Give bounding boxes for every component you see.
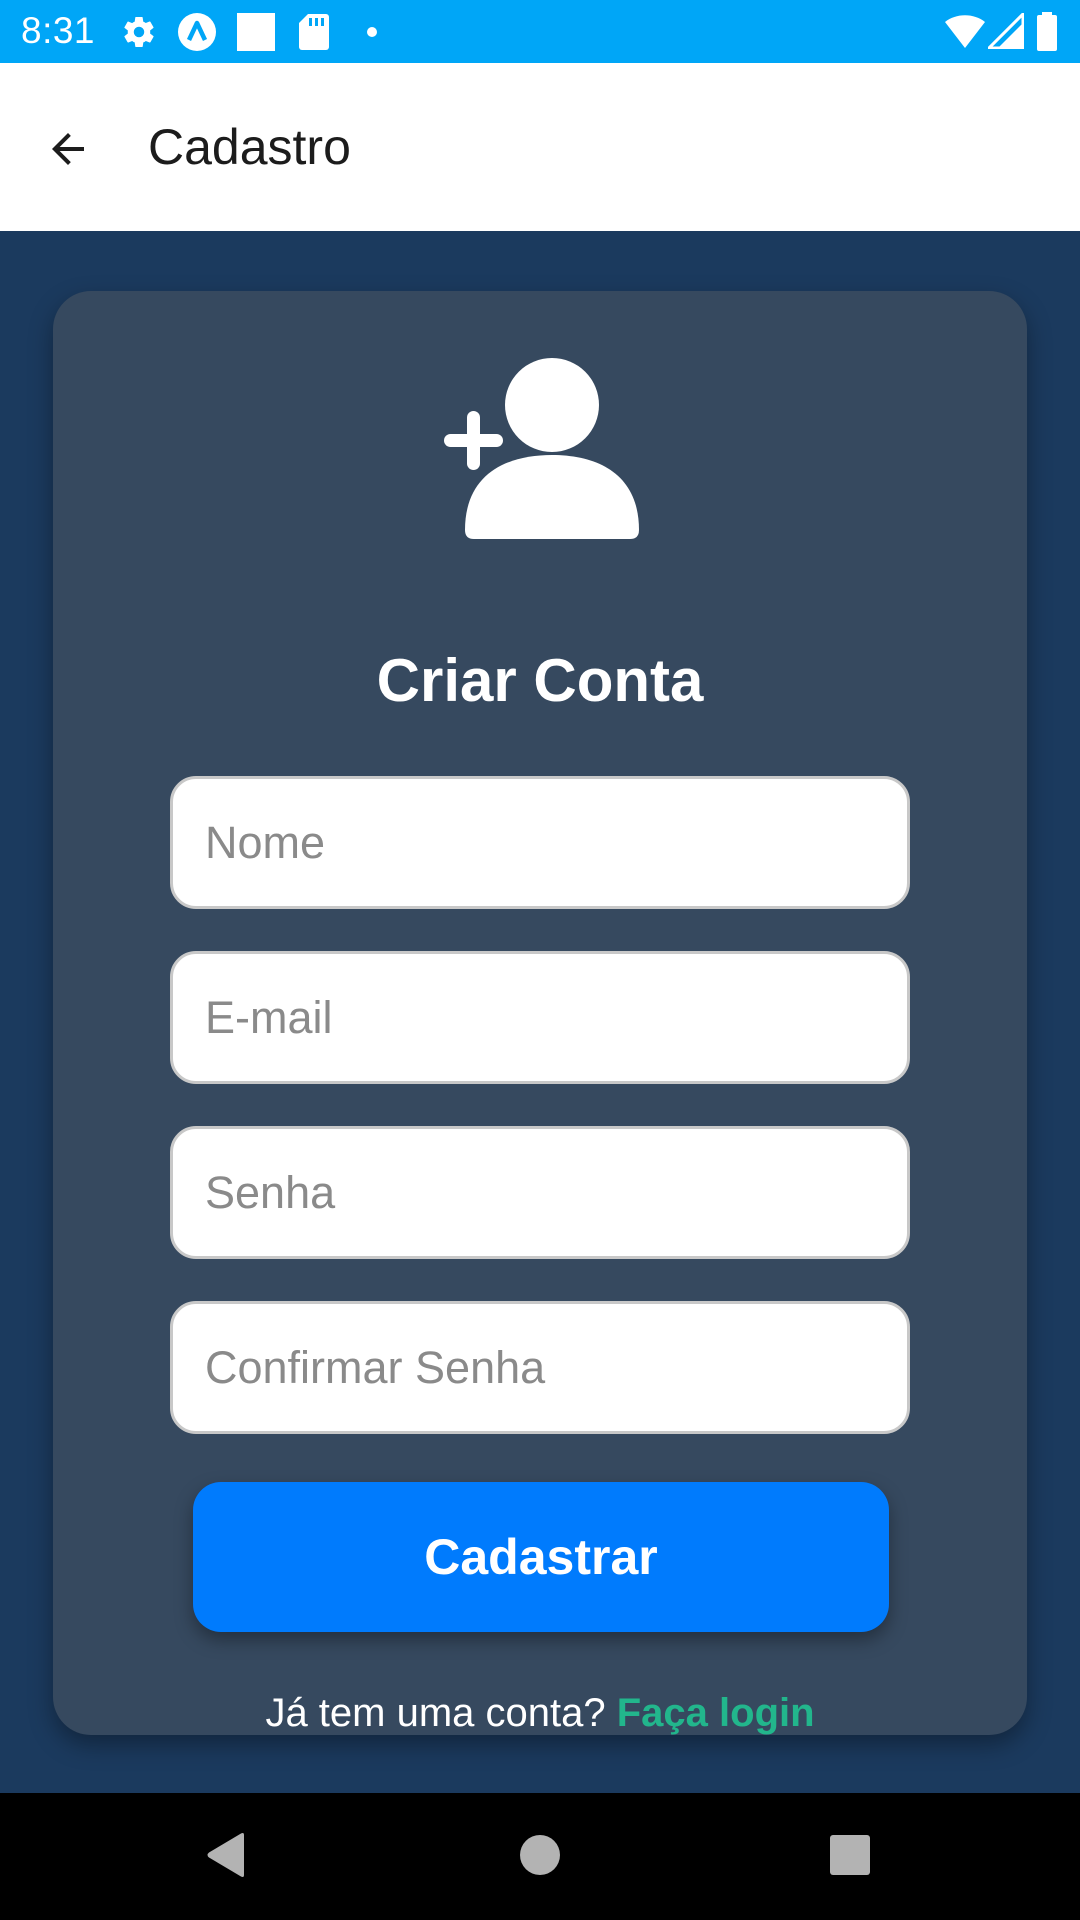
login-link[interactable]: Faça login — [617, 1691, 815, 1735]
nav-back-button[interactable] — [184, 1815, 268, 1899]
recents-square-icon — [830, 1834, 870, 1880]
a-circle-icon — [177, 12, 217, 57]
login-prompt-text: Já tem uma conta? — [265, 1691, 606, 1735]
dot-icon — [366, 25, 378, 43]
square-icon — [236, 12, 276, 57]
nav-home-button[interactable] — [498, 1815, 582, 1899]
sd-card-icon — [298, 13, 330, 56]
status-time: 8:31 — [21, 10, 96, 51]
content-area: Criar Conta Cadastrar Já tem uma conta? … — [0, 231, 1080, 1793]
page-title: Cadastro — [148, 119, 351, 175]
signup-card: Criar Conta Cadastrar Já tem uma conta? … — [53, 291, 1027, 1735]
wifi-icon — [944, 13, 986, 54]
password-field[interactable] — [170, 1126, 910, 1259]
confirm-password-field[interactable] — [170, 1301, 910, 1434]
login-prompt-row: Já tem uma conta? Faça login — [53, 1688, 1027, 1738]
arrow-back-icon — [44, 125, 92, 178]
email-field[interactable] — [170, 951, 910, 1084]
nav-recents-button[interactable] — [808, 1815, 892, 1899]
name-field[interactable] — [170, 776, 910, 909]
battery-icon — [1036, 12, 1058, 57]
status-bar: 8:31 — [0, 0, 1080, 63]
gear-icon — [121, 14, 157, 55]
signup-button[interactable]: Cadastrar — [193, 1482, 889, 1632]
person-add-icon — [440, 355, 640, 545]
back-button[interactable] — [30, 113, 106, 189]
signal-icon — [985, 10, 1025, 54]
back-triangle-icon — [204, 1831, 248, 1884]
home-circle-icon — [519, 1834, 561, 1881]
system-nav-bar — [0, 1793, 1080, 1920]
card-title: Criar Conta — [376, 647, 704, 714]
app-bar: Cadastro — [0, 63, 1080, 231]
